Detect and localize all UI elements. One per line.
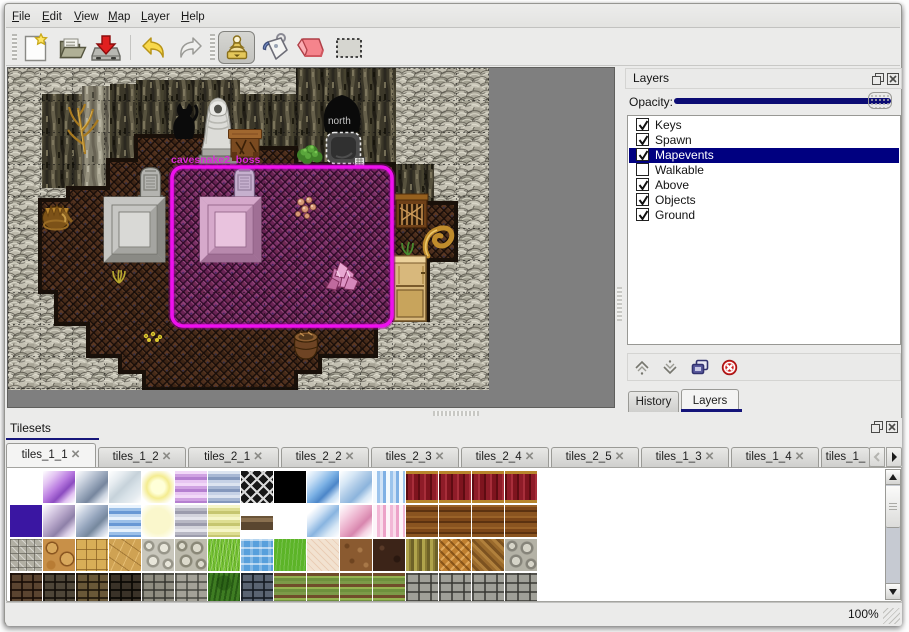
svg-text:north: north <box>328 116 351 127</box>
svg-text:cavesnake2_boss: cavesnake2_boss <box>171 154 260 166</box>
